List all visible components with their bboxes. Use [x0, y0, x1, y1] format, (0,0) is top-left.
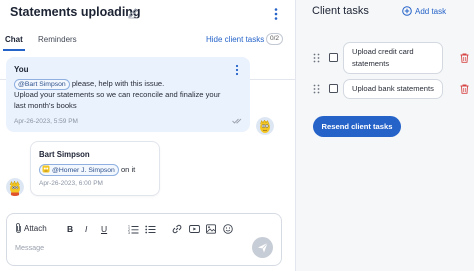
avatar-mini-icon [42, 165, 50, 173]
tab-active-indicator [3, 49, 25, 51]
tab-chat[interactable]: Chat [5, 35, 23, 44]
chat-tabs: Chat Reminders Hide client tasks 0/2 [0, 29, 295, 80]
task-count-badge: 0/2 [266, 33, 284, 45]
task-checkbox[interactable] [329, 84, 338, 93]
plus-circle-icon [402, 6, 412, 16]
message-text-line: Upload your statements so we can reconci… [14, 90, 221, 99]
task-text-line: statements [352, 59, 390, 68]
trash-icon[interactable] [460, 84, 469, 94]
message-timestamp: Apr-26-2023, 5:59 PM [14, 118, 78, 125]
underline-button[interactable]: U [101, 224, 107, 234]
mention-text: @Homer J. Simpson [52, 167, 115, 174]
italic-button[interactable]: I [85, 224, 87, 234]
drag-handle-icon[interactable] [313, 53, 320, 63]
message-composer: Attach B I U 1 2 3 Message [6, 213, 282, 266]
panel-title: Client tasks [312, 5, 369, 17]
message-author: Bart Simpson [39, 150, 90, 159]
task-row: Upload credit card statements [296, 42, 474, 74]
hide-client-tasks-link[interactable]: Hide client tasks [206, 35, 264, 44]
message-timestamp: Apr-26-2023, 6:00 PM [39, 180, 103, 187]
message-text: please, help with this issue. [71, 79, 165, 88]
emoji-icon[interactable] [223, 224, 233, 234]
bold-button[interactable]: B [67, 224, 73, 234]
kebab-icon[interactable] [272, 7, 280, 21]
trash-icon[interactable] [460, 53, 469, 63]
link-icon[interactable] [172, 224, 182, 234]
kebab-icon[interactable] [234, 64, 240, 76]
task-label[interactable]: Upload bank statements [343, 79, 443, 99]
task-checkbox[interactable] [329, 53, 338, 62]
message-author: You [14, 65, 29, 74]
message-bubble-client: Bart Simpson @Homer J. Simpson on it Apr… [30, 141, 160, 196]
page-title: Statements uploading [10, 5, 141, 19]
message-text-line: last month's books [14, 101, 77, 110]
tab-reminders[interactable]: Reminders [38, 35, 77, 44]
add-task-button[interactable]: Add task [402, 6, 446, 16]
read-ticks-icon [232, 118, 242, 124]
task-text-line: Upload credit card [352, 47, 414, 56]
client-tasks-pane: Client tasks Add task Upload credit card… [295, 0, 474, 271]
drag-handle-icon[interactable] [313, 84, 320, 94]
ordered-list-icon[interactable]: 1 2 3 [128, 224, 139, 234]
task-text-line: Upload bank statements [352, 84, 434, 93]
bullet-list-icon[interactable] [145, 224, 156, 234]
svg-text:3: 3 [128, 231, 130, 234]
attach-button[interactable]: Attach [15, 223, 47, 233]
message-input[interactable]: Message [15, 243, 44, 252]
paperclip-icon [16, 223, 21, 233]
add-task-label: Add task [415, 6, 447, 16]
avatar [256, 117, 274, 135]
message-text-line: @Homer J. Simpson on it [39, 164, 135, 176]
avatar [6, 178, 24, 196]
message-text: on it [120, 165, 136, 174]
image-icon[interactable] [206, 224, 216, 234]
mention-chip[interactable]: @Homer J. Simpson [39, 164, 119, 176]
send-button[interactable] [252, 237, 273, 258]
task-row: Upload bank statements [296, 79, 474, 109]
chat-pane: Statements uploading Chat Reminders Hide… [0, 0, 295, 271]
chat-header: Statements uploading [0, 0, 295, 28]
send-icon [258, 242, 268, 253]
attach-label: Attach [24, 223, 47, 233]
message-text-line: @Bart Simpson please, help with this iss… [14, 79, 164, 90]
video-icon[interactable] [189, 224, 200, 234]
mention-chip[interactable]: @Bart Simpson [14, 79, 70, 90]
pencil-icon[interactable] [127, 7, 139, 19]
task-label[interactable]: Upload credit card statements [343, 42, 443, 74]
message-bubble-own: You @Bart Simpson please, help with this… [6, 57, 250, 132]
resend-client-tasks-button[interactable]: Resend client tasks [313, 116, 401, 137]
